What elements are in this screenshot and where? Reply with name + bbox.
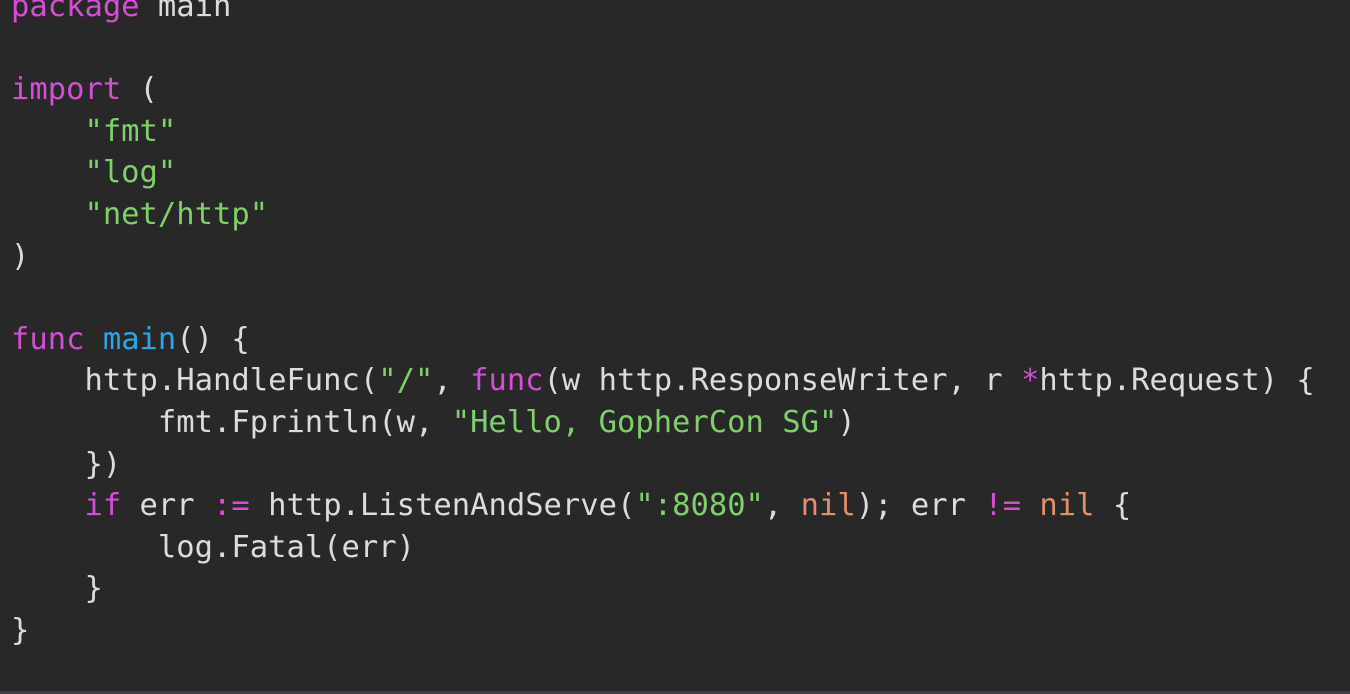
code-token-plain: http.ListenAndServe( [249,488,636,524]
code-line: ​ [11,277,1315,319]
code-line: "fmt" [11,111,1315,153]
code-token-plain: , [433,363,471,399]
code-token-plain: } [11,571,103,607]
code-line: "log" [11,152,1315,194]
code-token-str: "fmt" [84,113,177,149]
code-token-lit: nil [800,488,856,524]
code-token-kw: func [11,321,85,357]
code-token-plain: }) [11,446,122,482]
code-token-str: "log" [84,155,177,191]
code-token-kw: if [84,488,122,524]
code-token-plain: fmt.Fprintln(w, [11,404,452,440]
code-line: http.HandleFunc("/", func(w http.Respons… [11,360,1315,402]
code-token-plain: log.Fatal(err) [11,529,415,565]
code-line: fmt.Fprintln(w, "Hello, GopherCon SG") [11,402,1315,444]
code-token-plain: ( [121,72,158,108]
code-token-str: "net/http" [84,196,269,232]
code-editor[interactable]: package main​import ( "fmt" "log" "net/h… [0,0,1350,694]
code-token-kw: import [11,72,122,108]
code-line: "net/http" [11,194,1315,236]
code-line: if err := http.ListenAndServe(":8080", n… [11,485,1315,527]
code-token-kw: * [1020,363,1040,399]
code-token-plain: { [1094,488,1132,524]
code-token-plain: (w http.ResponseWriter, r [543,363,1021,399]
code-token-str: ":8080" [635,488,764,524]
code-line: package main [11,0,1315,28]
code-token-plain: ) [11,238,30,274]
code-line: } [11,568,1315,610]
code-token-plain: http.HandleFunc( [11,363,379,399]
code-token-lit: nil [1039,488,1095,524]
code-line: func main() { [11,319,1315,361]
code-token-plain: , [763,488,801,524]
code-token-str: "/" [378,363,434,399]
code-token-plain: ) [837,404,856,440]
code-token-plain: () { [176,321,250,357]
code-line: }) [11,444,1315,486]
code-token-plain: err [121,488,214,524]
code-line: ) [11,236,1315,278]
code-line: log.Fatal(err) [11,527,1315,569]
code-token-kw: != [984,488,1022,524]
code-token-plain: http.Request) { [1039,363,1315,399]
code-line: ​ [11,28,1315,70]
code-token-fn: main [102,321,177,357]
code-token-plain: } [11,612,30,648]
code-token-plain: main [139,0,232,24]
code-token-kw: := [213,488,250,524]
code-line: import ( [11,69,1315,111]
code-content[interactable]: package main​import ( "fmt" "log" "net/h… [11,0,1315,652]
code-token-str: "Hello, GopherCon SG" [451,404,838,440]
code-token-kw: package [11,0,140,24]
code-token-plain: ); err [855,488,985,524]
code-token-kw: func [470,363,544,399]
code-line: } [11,610,1315,652]
